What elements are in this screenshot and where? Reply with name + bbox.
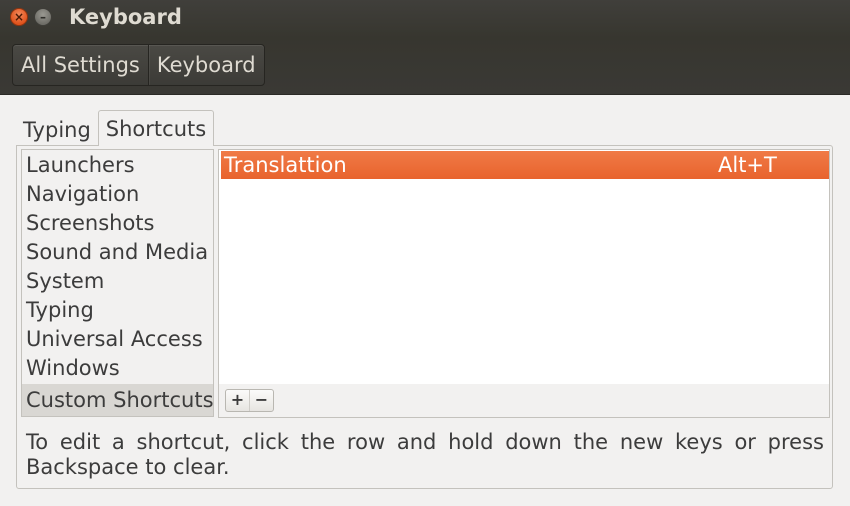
category-item-typing[interactable]: Typing xyxy=(22,296,213,325)
remove-shortcut-button[interactable]: − xyxy=(249,390,273,411)
list-toolbar: + − xyxy=(218,384,830,418)
tab-typing[interactable]: Typing xyxy=(16,115,98,146)
shortcut-name: Translattion xyxy=(224,153,347,177)
tab-shortcuts[interactable]: Shortcuts xyxy=(97,110,215,146)
category-item-system[interactable]: System xyxy=(22,267,213,296)
window-title: Keyboard xyxy=(69,5,182,29)
add-remove-group: + − xyxy=(225,389,274,412)
category-list: Launchers Navigation Screenshots Sound a… xyxy=(21,149,214,417)
breadcrumb: All Settings Keyboard xyxy=(12,44,265,86)
tab-bar: Typing Shortcuts xyxy=(16,110,215,146)
header-bar: × – Keyboard All Settings Keyboard xyxy=(0,0,850,95)
category-item-navigation[interactable]: Navigation xyxy=(22,180,213,209)
close-window-button[interactable]: × xyxy=(10,8,28,26)
category-item-sound-and-media[interactable]: Sound and Media xyxy=(22,238,213,267)
breadcrumb-keyboard[interactable]: Keyboard xyxy=(147,45,264,85)
category-item-windows[interactable]: Windows xyxy=(22,354,213,383)
category-item-screenshots[interactable]: Screenshots xyxy=(22,209,213,238)
minimize-window-button[interactable]: – xyxy=(34,8,52,26)
category-item-custom-shortcuts[interactable]: Custom Shortcuts xyxy=(22,384,213,416)
breadcrumb-all-settings[interactable]: All Settings xyxy=(13,45,148,85)
add-shortcut-button[interactable]: + xyxy=(226,390,249,411)
category-item-universal-access[interactable]: Universal Access xyxy=(22,325,213,354)
keyboard-settings-window: × – Keyboard All Settings Keyboard Typin… xyxy=(0,0,850,506)
shortcut-row[interactable]: Translattion Alt+T xyxy=(221,151,829,179)
title-bar: × – Keyboard xyxy=(0,0,850,36)
shortcut-list: Translattion Alt+T xyxy=(218,149,830,385)
help-text: To edit a shortcut, click the row and ho… xyxy=(26,430,824,479)
category-item-launchers[interactable]: Launchers xyxy=(22,151,213,180)
shortcut-accelerator[interactable]: Alt+T xyxy=(718,151,777,179)
